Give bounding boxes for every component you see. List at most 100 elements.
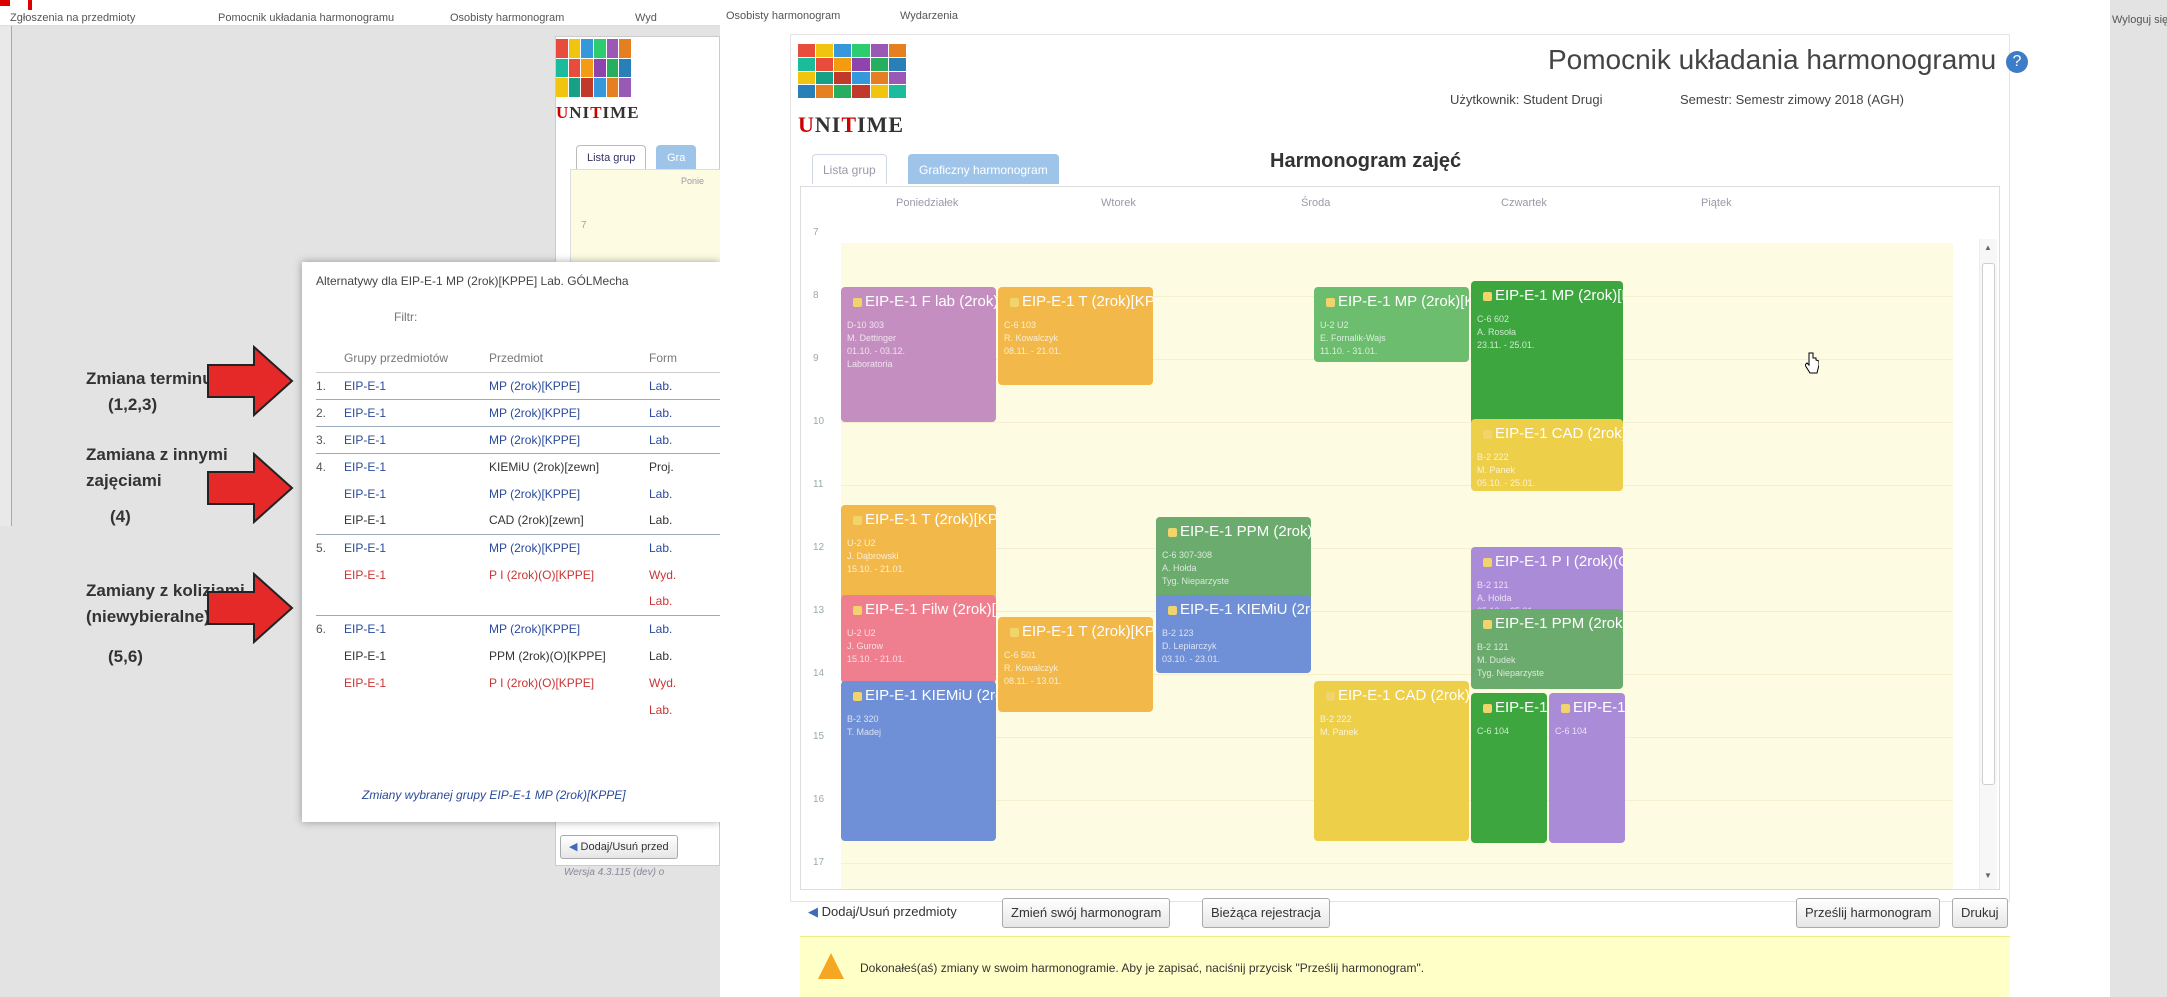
schedule-event[interactable]: EIP-E-1 MF C-6 104 xyxy=(1471,693,1547,843)
event-details: B-2 123 D. Lepiarczyk 03.10. - 23.01. xyxy=(1156,625,1311,668)
menu-item-osobisty[interactable]: Osobisty harmonogram xyxy=(450,12,564,24)
table-cell-subject: MP (2rok)[KPPE] xyxy=(489,371,649,399)
table-row[interactable]: 3. EIP-E-1 MP (2rok)[KPPE] Lab. xyxy=(316,425,726,453)
table-cell-form: Lab. xyxy=(649,648,673,663)
tab-graficzny-harmonogram[interactable]: Graficzny harmonogram xyxy=(908,154,1059,184)
table-cell-group: EIP-E-1 xyxy=(344,533,489,561)
unlock-icon[interactable] xyxy=(853,515,862,525)
menu-item-osobisty[interactable]: Osobisty harmonogram xyxy=(726,10,840,22)
schedule-event[interactable]: EIP-E-1 CAD (2rok)[zewn] B-2 222 M. Panek 0… xyxy=(1471,419,1623,491)
tab-lista-grup[interactable]: Lista grup xyxy=(812,154,887,184)
unlock-icon[interactable] xyxy=(1010,627,1019,637)
table-row[interactable]: 4. EIP-E-1 KIEMiU (2rok)[zewn] Proj. xyxy=(316,452,726,480)
table-row[interactable]: EIP-E-1 PPM (2rok)(O)[KPPE] Lab. xyxy=(316,642,726,669)
table-row[interactable]: EIP-E-1 MP (2rok)[KPPE] Lab. xyxy=(316,480,726,507)
unlock-icon[interactable] xyxy=(1483,291,1492,301)
hour-label: 14 xyxy=(813,668,825,679)
menu-item-wydarzenia[interactable]: Wydarzenia xyxy=(900,10,958,22)
scroll-up-icon[interactable]: ▲ xyxy=(1984,243,1992,252)
table-row[interactable]: EIP-E-1 CAD (2rok)[zewn] Lab. xyxy=(316,507,726,534)
unlock-icon[interactable] xyxy=(1326,691,1335,701)
event-teacher: A. Hołda xyxy=(1477,593,1512,603)
schedule-event[interactable]: EIP-E-1 P I C-6 104 xyxy=(1549,693,1625,843)
table-row[interactable]: EIP-E-1 P I (2rok)(O)[KPPE] Wyd. xyxy=(316,669,726,696)
day-header: Poniedziałek xyxy=(896,197,959,209)
background-add-remove-button[interactable]: ◀ Dodaj/Usuń przed xyxy=(560,835,678,859)
page-title: Pomocnik układania harmonogramu ? xyxy=(1548,44,2028,76)
add-remove-button[interactable]: ◀ Dodaj/Usuń przedmioty xyxy=(800,898,965,928)
send-schedule-button[interactable]: Prześlij harmonogram xyxy=(1796,898,1941,928)
table-cell-num xyxy=(316,588,344,615)
event-details: C-6 103 R. Kowalczyk 08.11. - 21.01. xyxy=(998,317,1153,360)
unlock-icon[interactable] xyxy=(853,605,862,615)
unlock-icon[interactable] xyxy=(853,297,862,307)
event-header: EIP-E-1 PPM (2rok)(O)[KF xyxy=(1471,609,1623,639)
warning-banner: Dokonałeś(aś) zmiany w swoim harmonogram… xyxy=(800,936,2010,997)
schedule-event[interactable]: EIP-E-1 T (2rok)[KPPE] Cw C-6 103 R. Kowal… xyxy=(998,287,1153,385)
table-cell-group: EIP-E-1 xyxy=(344,513,387,528)
schedule-event[interactable]: EIP-E-1 F lab (2rok)[KEJ] L D-10 303 M. De… xyxy=(841,287,996,422)
table-cell-num: 6. xyxy=(316,614,344,642)
red-corner-mark xyxy=(28,0,32,10)
unlock-icon[interactable] xyxy=(1483,703,1492,713)
schedule-event[interactable]: EIP-E-1 T (2rok)[KPPE] La C-6 501 R. Kowal… xyxy=(998,617,1153,712)
event-title: EIP-E-1 F lab (2rok)[KEJ] L xyxy=(865,293,996,310)
schedule-event[interactable]: EIP-E-1 CAD (2rok)[zewn] B-2 222 M. Panek xyxy=(1314,681,1469,841)
menu-item-wydarzenia[interactable]: Wyd xyxy=(635,12,657,24)
table-cell-num xyxy=(316,696,344,723)
logout-link[interactable]: Wyloguj się xyxy=(2112,14,2167,26)
event-teacher: M. Panek xyxy=(1320,727,1359,737)
menu-item-pomocnik[interactable]: Pomocnik układania harmonogramu xyxy=(218,12,394,24)
table-row[interactable]: Lab. xyxy=(316,696,726,723)
hour-gridline xyxy=(841,422,1953,423)
unlock-icon[interactable] xyxy=(1168,527,1177,537)
event-details: U-2 U2 E. Fornalik-Wajs 11.10. - 31.01. xyxy=(1314,317,1469,360)
table-cell-num xyxy=(316,669,344,696)
col-header-subject: Przedmiot xyxy=(489,344,649,373)
table-row[interactable]: 1. EIP-E-1 MP (2rok)[KPPE] Lab. xyxy=(316,371,726,399)
hour-label: 7 xyxy=(813,227,819,238)
current-registration-button[interactable]: Bieżąca rejestracja xyxy=(1202,898,1330,928)
event-title: EIP-E-1 MP (2rok)[KPPE] W xyxy=(1338,293,1469,310)
unlock-icon[interactable] xyxy=(1168,605,1177,615)
schedule-event[interactable]: EIP-E-1 MP (2rok)[KPPE] W U-2 U2 E. Fornal… xyxy=(1314,287,1469,362)
event-header: EIP-E-1 KIEMiU (2rok)[zew xyxy=(1156,595,1311,625)
event-details: C-6 501 R. Kowalczyk 08.11. - 13.01. xyxy=(998,647,1153,690)
unlock-icon[interactable] xyxy=(1010,297,1019,307)
schedule-event[interactable]: EIP-E-1 KIEMiU (2rok)[zew B-2 320 T. Madej xyxy=(841,681,996,841)
schedule-event[interactable]: EIP-E-1 T (2rok)[KPPE] Wy U-2 U2 J. Dąbrow… xyxy=(841,505,996,600)
background-tab-lista[interactable]: Lista grup xyxy=(576,145,647,169)
scroll-down-icon[interactable]: ▼ xyxy=(1984,871,1992,880)
table-row[interactable]: Lab. xyxy=(316,588,726,615)
schedule-event[interactable]: EIP-E-1 KIEMiU (2rok)[zew B-2 123 D. Lepia… xyxy=(1156,595,1311,673)
scrollbar-thumb[interactable] xyxy=(1982,263,1995,785)
background-tab-graficzny[interactable]: Gra xyxy=(656,145,697,169)
schedule-event[interactable]: EIP-E-1 PPM (2rok)(O)[KF B-2 121 M. Dudek T… xyxy=(1471,609,1623,689)
change-schedule-button[interactable]: Zmień swój harmonogram xyxy=(1002,898,1171,928)
unlock-icon[interactable] xyxy=(1483,429,1492,439)
table-row[interactable]: 2. EIP-E-1 MP (2rok)[KPPE] Lab. xyxy=(316,398,726,426)
unlock-icon[interactable] xyxy=(1561,703,1570,713)
table-row[interactable]: 5. EIP-E-1 MP (2rok)[KPPE] Lab. xyxy=(316,533,726,561)
table-cell-subject: KIEMiU (2rok)[zewn] xyxy=(489,452,649,480)
print-button[interactable]: Drukuj xyxy=(1952,898,2008,928)
menu-item-zgloszenia[interactable]: Zgłoszenia na przedmioty xyxy=(10,12,135,24)
schedule-title: Harmonogram zajęć xyxy=(1270,150,1462,172)
unlock-icon[interactable] xyxy=(1483,619,1492,629)
table-row[interactable]: 6. EIP-E-1 MP (2rok)[KPPE] Lab. xyxy=(316,614,726,642)
table-row[interactable]: EIP-E-1 P I (2rok)(O)[KPPE] Wyd. xyxy=(316,561,726,588)
event-header: EIP-E-1 CAD (2rok)[zewn] xyxy=(1471,419,1623,449)
event-header: EIP-E-1 KIEMiU (2rok)[zew xyxy=(841,681,996,711)
schedule-event[interactable]: EIP-E-1 Filw (2rok)[KEJ] W U-2 U2 J. Gurow… xyxy=(841,595,996,683)
warning-icon xyxy=(818,953,844,979)
help-icon[interactable]: ? xyxy=(2006,50,2028,73)
scrollbar[interactable]: ▲ ▼ xyxy=(1979,239,1997,889)
unlock-icon[interactable] xyxy=(853,691,862,701)
arrow-left-icon: ◀ xyxy=(808,904,818,919)
unlock-icon[interactable] xyxy=(1326,297,1335,307)
event-teacher: M. Dudek xyxy=(1477,655,1516,665)
schedule-event[interactable]: EIP-E-1 PPM (2rok)(O)[KP C-6 307-308 A. Ho… xyxy=(1156,517,1311,605)
unlock-icon[interactable] xyxy=(1483,557,1492,567)
table-cell-form: Wyd. xyxy=(649,675,677,690)
event-room: B-2 121 xyxy=(1477,580,1509,590)
